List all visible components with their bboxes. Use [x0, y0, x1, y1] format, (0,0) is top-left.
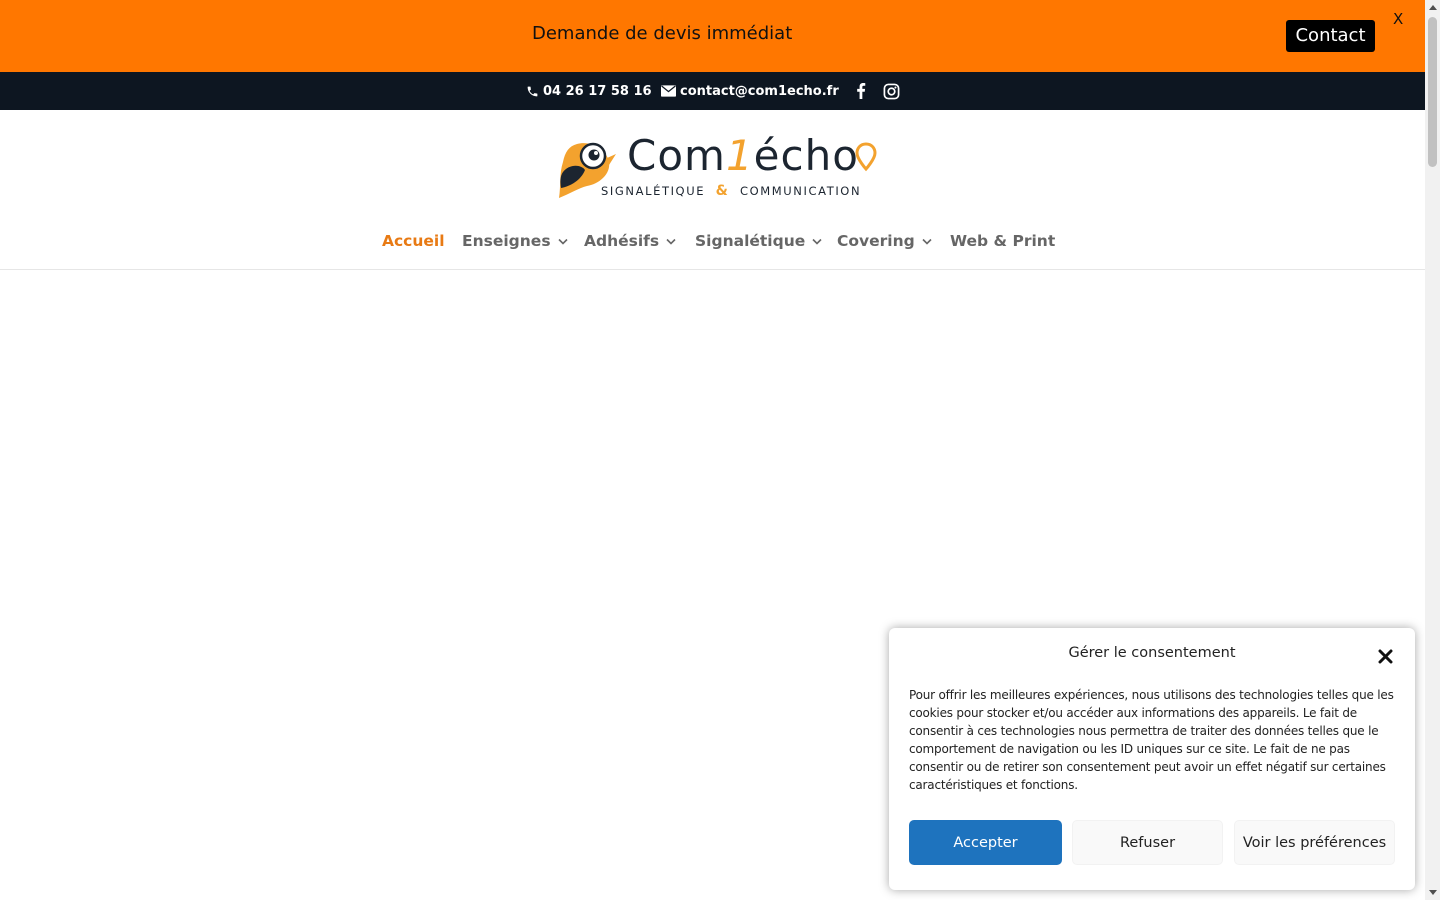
main-nav: Accueil Enseignes Adhésifs Signalétique … — [0, 230, 1425, 252]
nav-item-adhesifs[interactable]: Adhésifs — [584, 230, 676, 252]
phone-link[interactable]: 04 26 17 58 16 — [526, 72, 652, 110]
email-link[interactable]: contact@com1echo.fr — [661, 72, 839, 110]
email-text: contact@com1echo.fr — [680, 83, 839, 99]
phone-icon — [526, 85, 539, 98]
consent-message: Pour offrir les meilleures expériences, … — [909, 688, 1394, 792]
promo-text: Demande de devis immédiat — [532, 23, 793, 44]
location-pin-icon — [855, 142, 877, 172]
scrollbar-thumb[interactable] — [1428, 17, 1437, 167]
consent-title: Gérer le consentement — [1068, 645, 1236, 661]
close-icon[interactable] — [1375, 646, 1395, 666]
chevron-down-icon — [922, 238, 932, 245]
scroll-up-arrow-icon[interactable] — [1425, 0, 1440, 15]
chevron-down-icon — [812, 238, 822, 245]
facebook-icon[interactable] — [856, 72, 866, 110]
nav-item-covering[interactable]: Covering — [837, 230, 932, 252]
page: Demande de devis immédiat Contact X 04 2… — [0, 0, 1425, 900]
chevron-down-icon — [557, 238, 568, 245]
accept-button[interactable]: Accepter — [909, 820, 1062, 865]
view-preferences-button[interactable]: Voir les préférences — [1234, 820, 1395, 865]
promo-contact-button[interactable]: Contact — [1286, 20, 1375, 52]
logo-tagline: SIGNALÉTIQUE & COMMUNICATION — [601, 183, 862, 199]
top-contact-bar: 04 26 17 58 16 contact@com1echo.fr — [0, 72, 1425, 110]
chevron-down-icon — [666, 238, 676, 245]
nav-item-signaletique[interactable]: Signalétique — [695, 230, 822, 252]
phone-text: 04 26 17 58 16 — [543, 83, 652, 99]
refuse-button[interactable]: Refuser — [1072, 820, 1223, 865]
scroll-down-arrow-icon[interactable] — [1425, 885, 1440, 900]
page-scrollbar[interactable] — [1425, 0, 1440, 900]
cookie-consent-dialog: Gérer le consentement Pour offrir les me… — [889, 628, 1415, 890]
nav-item-web-print[interactable]: Web & Print — [950, 230, 1055, 252]
nav-item-accueil[interactable]: Accueil — [382, 230, 445, 252]
logo-wordmark: Com1écho — [627, 130, 877, 182]
instagram-icon[interactable] — [883, 72, 900, 110]
nav-item-enseignes[interactable]: Enseignes — [462, 230, 568, 252]
envelope-icon — [661, 85, 676, 97]
promo-bar: Demande de devis immédiat Contact X — [0, 0, 1425, 72]
site-logo[interactable]: Com1écho SIGNALÉTIQUE & COMMUNICATION — [555, 130, 877, 202]
promo-close-button[interactable]: X — [1393, 10, 1403, 28]
site-header: Com1écho SIGNALÉTIQUE & COMMUNICATION Ac… — [0, 110, 1425, 270]
